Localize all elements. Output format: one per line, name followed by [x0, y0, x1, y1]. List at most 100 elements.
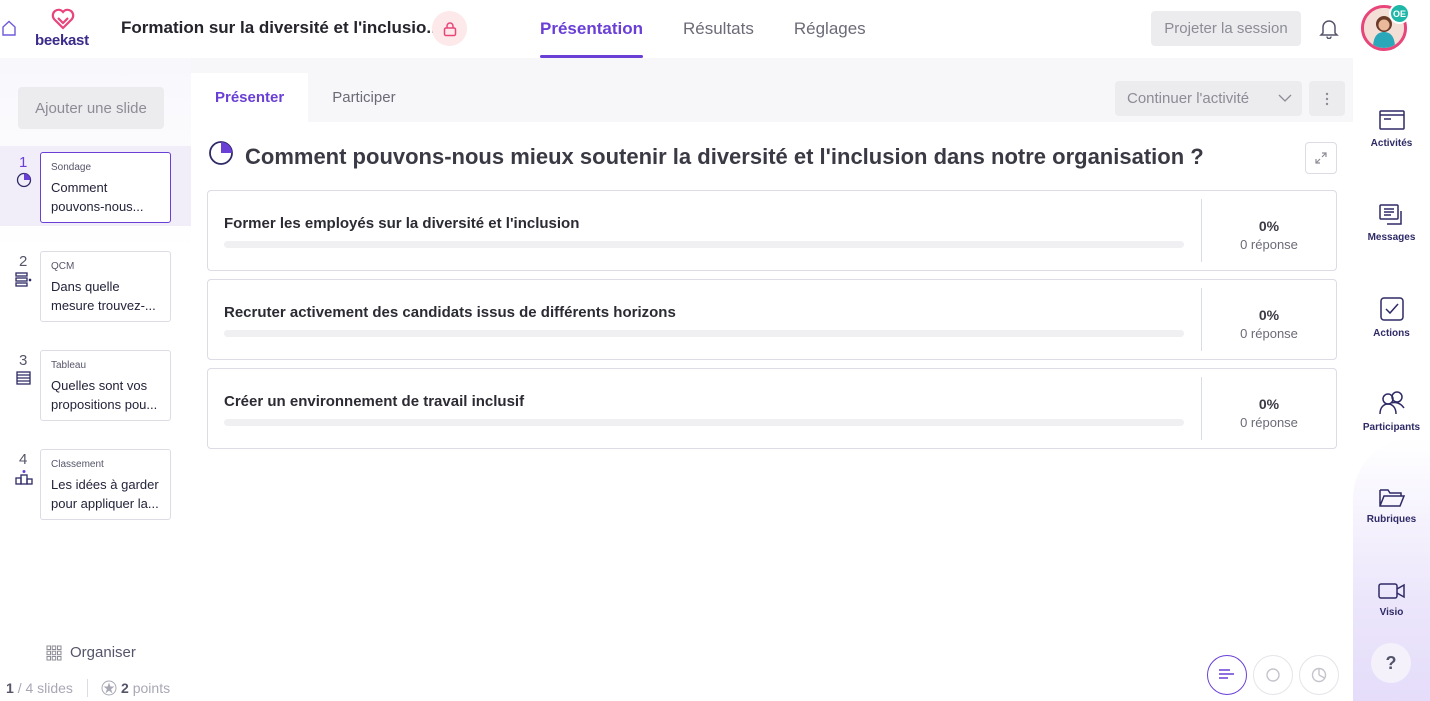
participants-icon: [1378, 391, 1405, 415]
slide-number: 2: [19, 253, 28, 270]
poll-option: Recruter activement des candidats issus …: [207, 279, 1337, 360]
slide-item-2[interactable]: 2 QCM Dans quelle mesure trouvez-...: [0, 245, 191, 325]
expand-button[interactable]: [1305, 142, 1337, 174]
option-percent: 0%: [1258, 218, 1280, 234]
option-label: Former les employés sur la diversité et …: [224, 215, 580, 232]
poll-option: Créer un environnement de travail inclus…: [207, 368, 1337, 449]
avatar-initials-badge: OE: [1389, 3, 1410, 24]
participants-button[interactable]: Participants: [1353, 390, 1430, 433]
question-title: Comment pouvons-nous mieux soutenir la d…: [245, 144, 1204, 169]
view-switcher: [1207, 655, 1339, 695]
option-responses: 0 réponse: [1240, 415, 1298, 430]
beekast-logo-icon: [51, 8, 75, 30]
main-content: Présenter Participer Continuer l'activit…: [191, 58, 1353, 701]
slide-item-3[interactable]: 3 Tableau Quelles sont vos propositions …: [0, 344, 191, 424]
messages-label: Messages: [1367, 232, 1416, 243]
messages-icon: [1378, 204, 1402, 225]
slide-type: Classement: [51, 459, 104, 470]
tab-resultats[interactable]: Résultats: [663, 0, 774, 58]
total-slides: / 4 slides: [17, 680, 73, 696]
lock-icon: [443, 21, 456, 36]
poll-option: Former les employés sur la diversité et …: [207, 190, 1337, 271]
tab-presentation[interactable]: Présentation: [520, 0, 663, 58]
actions-label: Actions: [1373, 328, 1410, 339]
pie-view-button[interactable]: [1299, 655, 1339, 695]
option-progress-bar: [224, 419, 1184, 426]
subtabs: Présenter Participer: [191, 73, 420, 122]
more-options-button[interactable]: [1309, 81, 1345, 116]
pie-icon: [1311, 667, 1327, 683]
add-slide-button[interactable]: Ajouter une slide: [18, 87, 164, 129]
rubriques-button[interactable]: Rubriques: [1353, 488, 1430, 525]
option-responses: 0 réponse: [1240, 237, 1298, 252]
points-label: points: [132, 680, 171, 696]
slide-number: 3: [19, 352, 28, 369]
slide-text: Comment pouvons-nous...: [51, 180, 144, 214]
organiser-button[interactable]: Organiser: [46, 644, 136, 661]
pie-chart-icon: [209, 141, 233, 165]
bars-view-button[interactable]: [1207, 655, 1247, 695]
slide-number: 1: [19, 154, 28, 171]
participants-label: Participants: [1362, 422, 1421, 433]
slide-item-4[interactable]: 4 Classement Les idées à garder pour app…: [0, 443, 191, 523]
option-label: Créer un environnement de travail inclus…: [224, 393, 525, 410]
session-title[interactable]: Formation sur la diversité et l'inclusio…: [121, 18, 441, 38]
activities-button[interactable]: Activités: [1353, 110, 1430, 149]
slide-card[interactable]: Tableau Quelles sont vos propositions po…: [40, 350, 171, 421]
bell-icon[interactable]: [1318, 17, 1340, 39]
slide-number: 4: [19, 451, 28, 468]
activities-icon: [1378, 110, 1405, 130]
slide-text: Quelles sont vos propositions pou...: [51, 378, 158, 412]
messages-button[interactable]: Messages: [1353, 204, 1430, 243]
actions-button[interactable]: Actions: [1353, 296, 1430, 339]
organiser-label: Organiser: [70, 644, 136, 661]
slide-card[interactable]: Classement Les idées à garder pour appli…: [40, 449, 171, 520]
slide-card[interactable]: QCM Dans quelle mesure trouvez-...: [40, 251, 171, 322]
points-display: 2 points: [101, 680, 170, 696]
logo-text: beekast: [35, 32, 89, 49]
pie-chart-icon: [16, 172, 32, 188]
option-percent: 0%: [1258, 396, 1280, 412]
slide-counter: 1 / 4 slides 2 points: [6, 679, 170, 697]
visio-label: Visio: [1379, 607, 1404, 618]
checklist-icon: [15, 272, 32, 287]
continue-activity-button[interactable]: Continuer l'activité: [1115, 81, 1302, 116]
donut-view-button[interactable]: [1253, 655, 1293, 695]
folder-icon: [1378, 489, 1405, 507]
activity-panel: Présenter Participer Continuer l'activit…: [191, 73, 1353, 701]
option-responses: 0 réponse: [1240, 326, 1298, 341]
slide-type: Sondage: [51, 162, 92, 173]
main-tabs: Présentation Résultats Réglages: [520, 0, 886, 58]
option-label: Recruter activement des candidats issus …: [224, 304, 676, 321]
divider: [86, 679, 88, 697]
slide-text: Les idées à garder pour appliquer la...: [51, 477, 159, 511]
video-icon: [1377, 583, 1405, 599]
continue-activity-label: Continuer l'activité: [1127, 90, 1250, 107]
lock-button[interactable]: [432, 11, 467, 46]
slide-card[interactable]: Sondage Comment pouvons-nous...: [40, 152, 171, 223]
option-progress-bar: [224, 330, 1184, 337]
star-icon: [101, 680, 117, 696]
option-progress-bar: [224, 241, 1184, 248]
tab-presenter[interactable]: Présenter: [191, 73, 309, 122]
help-button[interactable]: ?: [1371, 643, 1411, 683]
donut-icon: [1266, 668, 1280, 682]
bars-icon: [1219, 669, 1234, 679]
points-value: 2: [120, 680, 129, 696]
home-icon[interactable]: [2, 20, 16, 36]
project-session-button[interactable]: Projeter la session: [1151, 11, 1301, 46]
slide-item-1[interactable]: 1 Sondage Comment pouvons-nous...: [0, 146, 191, 226]
visio-button[interactable]: Visio: [1353, 581, 1430, 618]
slide-type: QCM: [51, 261, 75, 272]
tab-reglages[interactable]: Réglages: [774, 0, 886, 58]
grid-icon: [46, 645, 62, 660]
slide-type: Tableau: [51, 360, 87, 371]
activities-label: Activités: [1370, 138, 1413, 149]
actions-icon: [1379, 297, 1404, 321]
logo[interactable]: beekast: [30, 8, 100, 50]
rubriques-label: Rubriques: [1366, 514, 1417, 525]
expand-icon: [1315, 152, 1327, 164]
more-vertical-icon: [1325, 92, 1329, 105]
current-slide: 1: [6, 680, 14, 696]
tab-participer[interactable]: Participer: [308, 73, 419, 122]
